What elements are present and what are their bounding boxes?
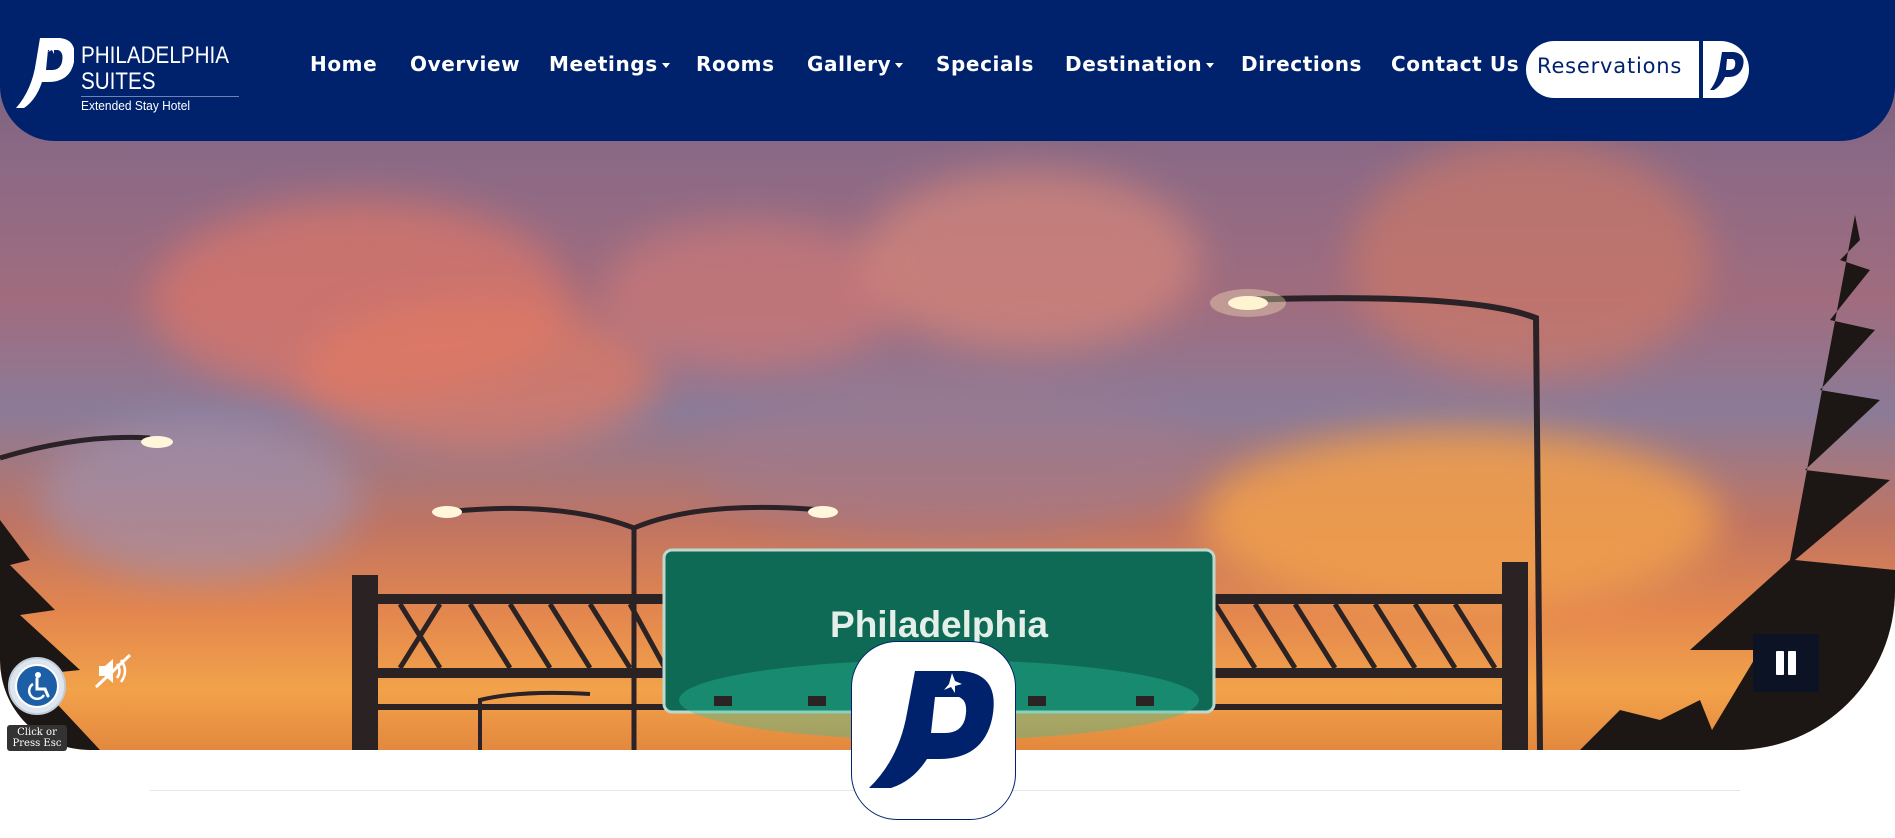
logo-badge xyxy=(851,641,1016,820)
nav-destination-label: Destination xyxy=(1065,52,1203,76)
nav-rooms-label: Rooms xyxy=(696,52,775,76)
mute-icon[interactable] xyxy=(93,651,133,691)
nav-gallery-label: Gallery xyxy=(807,52,892,76)
logo-divider xyxy=(81,96,239,97)
nav-specials[interactable]: Specials xyxy=(936,52,1034,76)
highway-sign-text: Philadelphia xyxy=(830,604,1048,645)
wheelchair-icon xyxy=(27,672,50,701)
pause-icon xyxy=(1776,651,1784,675)
nav-overview[interactable]: Overview xyxy=(410,52,520,76)
site-logo[interactable]: PHILADELPHIA SUITES Extended Stay Hotel xyxy=(14,34,239,118)
nav-meetings[interactable]: Meetings xyxy=(549,52,670,76)
nav-meetings-label: Meetings xyxy=(549,52,658,76)
reservations-label: Reservations xyxy=(1537,54,1683,78)
chevron-down-icon xyxy=(895,63,904,68)
nav-gallery[interactable]: Gallery xyxy=(807,52,904,76)
nav-directions[interactable]: Directions xyxy=(1241,52,1362,76)
accessibility-tooltip: Click or Press Esc xyxy=(7,725,67,751)
nav-contact-us-label: Contact Us xyxy=(1391,52,1520,76)
nav-contact-us[interactable]: Contact Us xyxy=(1391,52,1519,76)
nav-specials-label: Specials xyxy=(936,52,1035,76)
nav-home[interactable]: Home xyxy=(310,52,377,76)
pause-icon xyxy=(1788,651,1796,675)
nav-rooms[interactable]: Rooms xyxy=(696,52,775,76)
brand-tagline: Extended Stay Hotel xyxy=(81,98,191,113)
reservations-button[interactable]: Reservations xyxy=(1526,41,1749,98)
accessibility-button[interactable] xyxy=(8,657,66,715)
p-airplane-logo-icon xyxy=(16,38,74,108)
accessibility-button-inner xyxy=(15,664,59,708)
site-header: PHILADELPHIA SUITES Extended Stay Hotel … xyxy=(0,0,1895,141)
nav-overview-label: Overview xyxy=(410,52,521,76)
p-logo-icon xyxy=(1710,52,1744,90)
reservations-divider xyxy=(1699,41,1703,98)
chevron-down-icon xyxy=(1206,63,1215,68)
pause-button[interactable] xyxy=(1753,634,1819,692)
brand-name-line1: PHILADELPHIA xyxy=(81,42,229,69)
nav-destination[interactable]: Destination xyxy=(1065,52,1215,76)
nav-home-label: Home xyxy=(310,52,378,76)
accessibility-tooltip-line2: Press Esc xyxy=(12,738,62,749)
accessibility-tooltip-line1: Click or xyxy=(17,727,57,738)
nav-directions-label: Directions xyxy=(1241,52,1363,76)
brand-name-line2: SUITES xyxy=(81,68,156,95)
chevron-down-icon xyxy=(661,63,670,68)
p-airplane-logo-icon xyxy=(869,671,994,788)
